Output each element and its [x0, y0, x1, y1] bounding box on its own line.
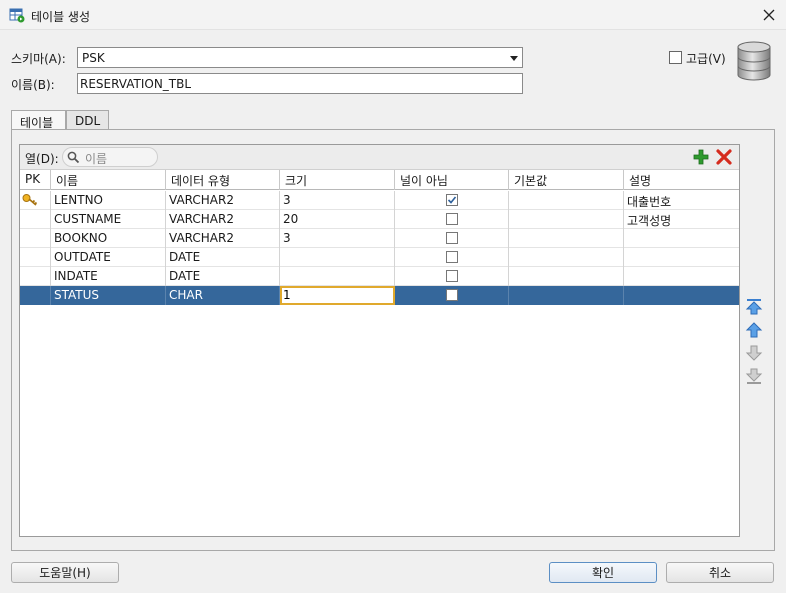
size-cell[interactable]: 1 — [280, 286, 395, 305]
name-label: 이름(B): — [11, 78, 55, 92]
pk-cell[interactable] — [20, 229, 51, 248]
name-cell[interactable]: OUTDATE — [51, 248, 166, 267]
remove-column-icon[interactable] — [716, 149, 732, 165]
not-null-cell[interactable] — [395, 267, 509, 286]
not-null-checkbox[interactable] — [445, 232, 458, 244]
size-cell[interactable]: 20 — [280, 210, 395, 229]
move-up-icon[interactable] — [745, 321, 763, 339]
advanced-label: 고급(V) — [686, 52, 726, 66]
comment-cell[interactable] — [624, 267, 739, 286]
tab-ddl[interactable]: DDL — [66, 110, 109, 130]
title-bar: 테이블 생성 — [0, 0, 786, 30]
not-null-checkbox[interactable] — [445, 194, 458, 206]
cancel-button[interactable]: 취소 — [666, 562, 774, 583]
table-row[interactable]: OUTDATE DATE — [20, 248, 739, 267]
search-placeholder: 이름 — [85, 152, 108, 166]
add-column-icon[interactable] — [693, 149, 709, 165]
table-row[interactable]: INDATE DATE — [20, 267, 739, 286]
search-icon — [67, 151, 80, 164]
not-null-cell[interactable] — [395, 191, 509, 210]
grid-header: PK 이름 데이터 유형 크기 널이 아님 기본값 설명 — [20, 170, 739, 190]
pk-cell[interactable] — [20, 286, 51, 305]
move-down-icon — [745, 345, 763, 361]
close-button[interactable] — [756, 4, 782, 26]
move-bottom-icon — [745, 368, 763, 384]
not-null-cell[interactable] — [395, 210, 509, 229]
type-cell[interactable]: DATE — [166, 267, 280, 286]
schema-label: 스키마(A): — [11, 52, 66, 66]
size-cell[interactable]: 3 — [280, 229, 395, 248]
ok-button[interactable]: 확인 — [549, 562, 657, 583]
move-top-icon[interactable] — [745, 298, 763, 316]
columns-grid: 열(D): 이름 PK 이름 데이터 유형 크기 널이 아님 기본값 설명 LE… — [19, 144, 740, 537]
table-name-input[interactable]: RESERVATION_TBL — [77, 73, 523, 94]
type-cell[interactable]: VARCHAR2 — [166, 229, 280, 248]
type-cell[interactable]: DATE — [166, 248, 280, 267]
not-null-checkbox[interactable] — [445, 270, 458, 282]
default-cell[interactable] — [509, 210, 624, 229]
not-null-checkbox[interactable] — [445, 213, 458, 225]
not-null-cell[interactable] — [395, 248, 509, 267]
comment-cell[interactable] — [624, 286, 739, 305]
close-icon — [763, 9, 775, 21]
header-data-type[interactable]: 데이터 유형 — [166, 170, 280, 190]
table-row[interactable]: STATUS CHAR 1 — [20, 286, 739, 305]
grid-toolbar: 열(D): 이름 — [20, 145, 739, 170]
database-icon — [737, 41, 771, 81]
window-title: 테이블 생성 — [31, 10, 91, 24]
schema-select[interactable]: PSK — [77, 47, 523, 68]
size-cell[interactable]: 3 — [280, 191, 395, 210]
name-cell[interactable]: STATUS — [51, 286, 166, 305]
column-search-input[interactable]: 이름 — [62, 147, 158, 167]
schema-value: PSK — [82, 51, 105, 65]
default-cell[interactable] — [509, 191, 624, 210]
type-cell[interactable]: VARCHAR2 — [166, 191, 280, 210]
type-cell[interactable]: CHAR — [166, 286, 280, 305]
pk-cell[interactable] — [20, 210, 51, 229]
size-cell[interactable] — [280, 248, 395, 267]
pk-cell[interactable] — [20, 267, 51, 286]
table-row[interactable]: CUSTNAME VARCHAR2 20 고객성명 — [20, 210, 739, 229]
table-row[interactable]: LENTNO VARCHAR2 3 대출번호 — [20, 191, 739, 210]
table-row[interactable]: BOOKNO VARCHAR2 3 — [20, 229, 739, 248]
help-button[interactable]: 도움말(H) — [11, 562, 119, 583]
primary-key-icon — [22, 194, 38, 206]
not-null-checkbox[interactable] — [445, 251, 458, 263]
default-cell[interactable] — [509, 229, 624, 248]
advanced-checkbox[interactable] — [669, 51, 682, 64]
header-pk[interactable]: PK — [20, 170, 51, 190]
default-cell[interactable] — [509, 267, 624, 286]
comment-cell[interactable] — [624, 229, 739, 248]
not-null-checkbox[interactable] — [445, 289, 458, 301]
comment-cell[interactable]: 고객성명 — [624, 210, 739, 229]
check-icon — [447, 196, 456, 204]
not-null-cell[interactable] — [395, 229, 509, 248]
dropdown-arrow-icon — [510, 56, 518, 61]
header-name[interactable]: 이름 — [51, 170, 166, 190]
not-null-cell[interactable] — [395, 286, 509, 305]
header-size[interactable]: 크기 — [280, 170, 395, 190]
pk-cell[interactable] — [20, 248, 51, 267]
comment-cell[interactable]: 대출번호 — [624, 191, 739, 210]
tab-table[interactable]: 테이블 — [11, 110, 66, 131]
default-cell[interactable] — [509, 286, 624, 305]
header-not-null[interactable]: 널이 아님 — [395, 170, 509, 190]
size-cell[interactable] — [280, 267, 395, 286]
comment-cell[interactable] — [624, 248, 739, 267]
name-cell[interactable]: CUSTNAME — [51, 210, 166, 229]
header-comment[interactable]: 설명 — [624, 170, 739, 190]
create-table-icon — [9, 8, 25, 23]
name-cell[interactable]: INDATE — [51, 267, 166, 286]
name-cell[interactable]: LENTNO — [51, 191, 166, 210]
name-cell[interactable]: BOOKNO — [51, 229, 166, 248]
default-cell[interactable] — [509, 248, 624, 267]
columns-label: 열(D): — [25, 152, 59, 166]
pk-cell[interactable] — [20, 191, 51, 210]
header-default[interactable]: 기본값 — [509, 170, 624, 190]
type-cell[interactable]: VARCHAR2 — [166, 210, 280, 229]
